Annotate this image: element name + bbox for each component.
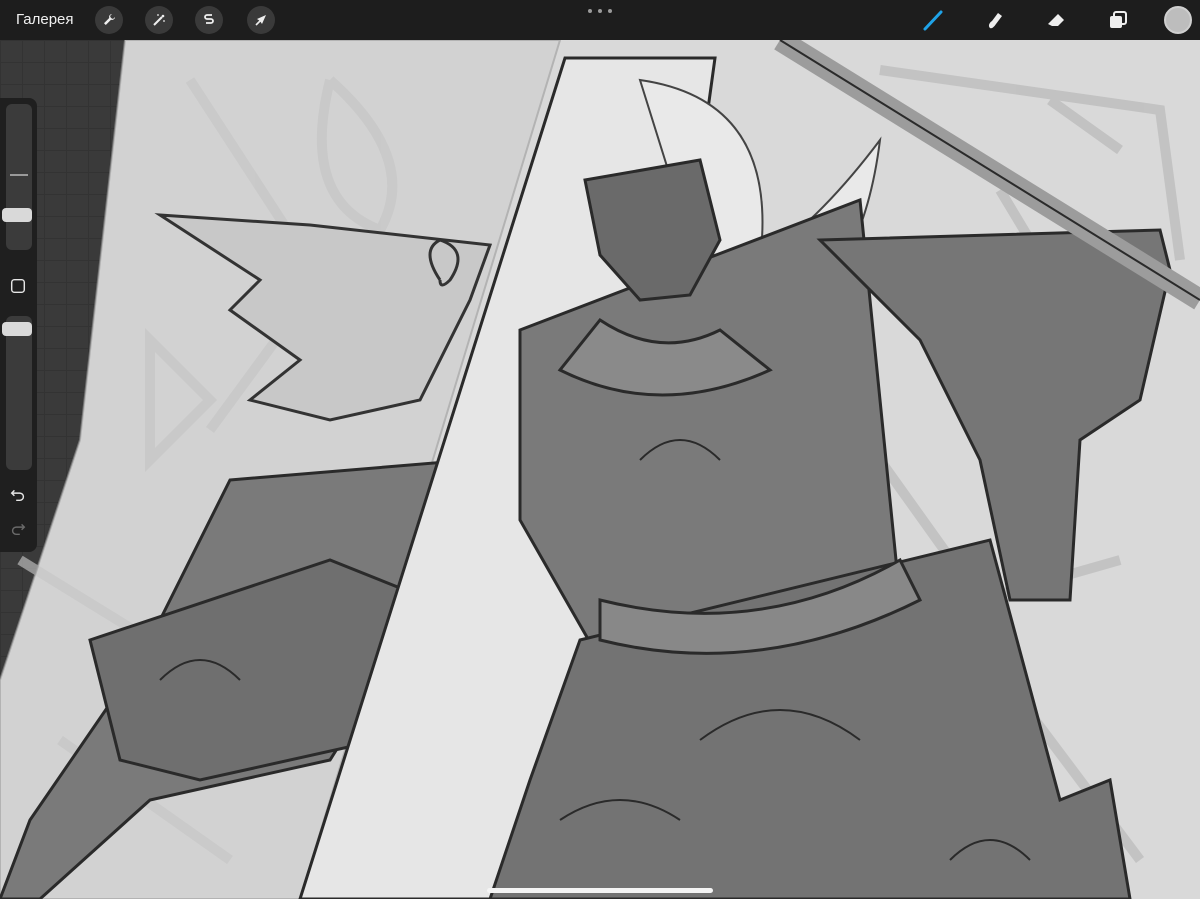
- undo-icon[interactable]: [8, 484, 28, 504]
- eraser-icon: [1048, 14, 1064, 26]
- transform-button[interactable]: [247, 6, 275, 34]
- smudge-tool-button[interactable]: [980, 5, 1010, 35]
- gallery-button[interactable]: Галерея: [16, 11, 74, 28]
- layers-button[interactable]: [1103, 5, 1133, 35]
- canvas-artwork[interactable]: [0, 40, 1200, 899]
- modify-square-icon[interactable]: [8, 276, 28, 296]
- wrench-icon: [104, 14, 115, 25]
- layers-icon: [1110, 11, 1127, 28]
- brush-size-thumb[interactable]: [2, 208, 32, 222]
- brush-size-slider[interactable]: [6, 104, 32, 250]
- top-toolbar: Галерея: [0, 0, 1200, 40]
- brush-tool-button[interactable]: [918, 5, 948, 35]
- opacity-slider[interactable]: [6, 316, 32, 470]
- redo-icon[interactable]: [8, 518, 28, 538]
- opacity-thumb[interactable]: [2, 322, 32, 336]
- arrow-cursor-icon: [255, 15, 266, 26]
- color-picker-button[interactable]: [1164, 6, 1192, 34]
- brush-icon: [923, 10, 943, 31]
- selection-s-icon: [204, 14, 214, 24]
- adjustments-button[interactable]: [145, 6, 173, 34]
- more-options-icon[interactable]: [588, 4, 612, 18]
- eraser-tool-button[interactable]: [1041, 5, 1071, 35]
- home-indicator[interactable]: [487, 888, 713, 893]
- smudge-icon: [988, 13, 1002, 29]
- selection-button[interactable]: [195, 6, 223, 34]
- magic-wand-icon: [153, 14, 165, 26]
- actions-button[interactable]: [95, 6, 123, 34]
- left-sidebar: [0, 98, 37, 552]
